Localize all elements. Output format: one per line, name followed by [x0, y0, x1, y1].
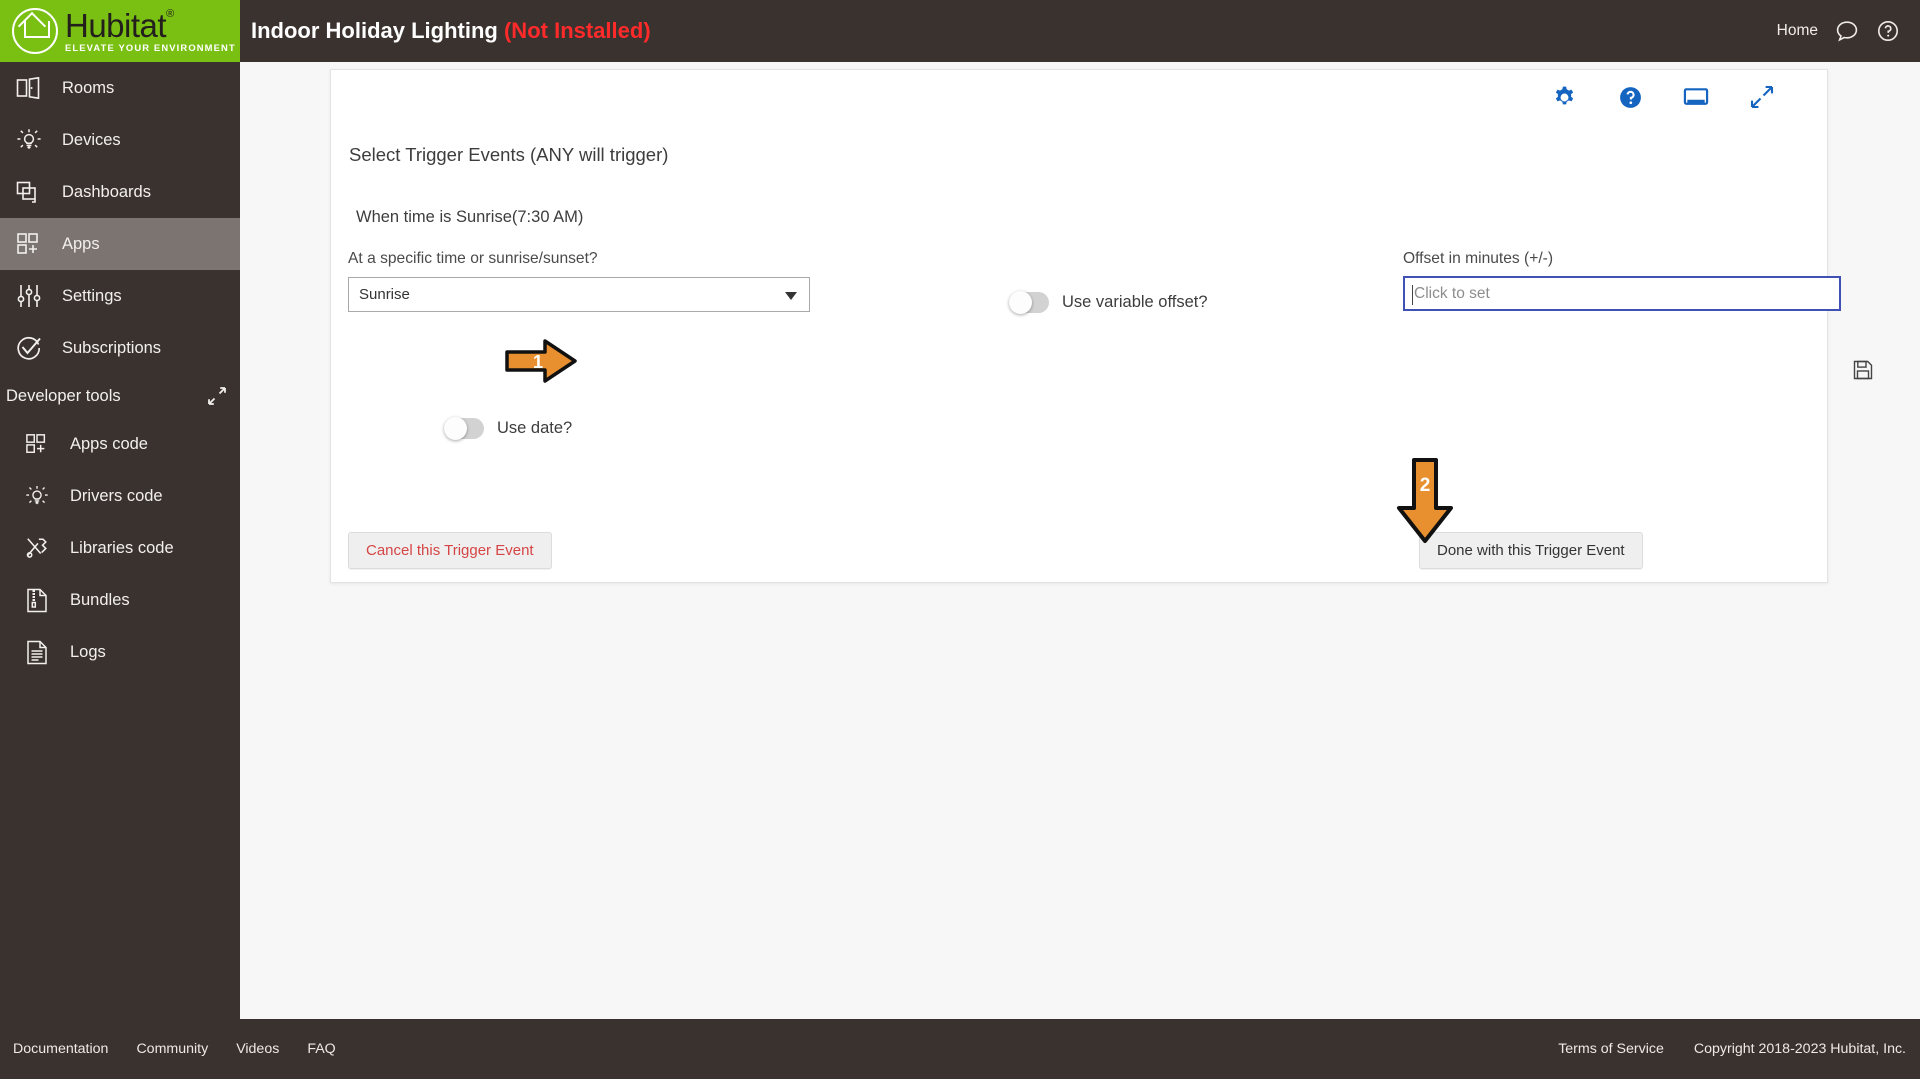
sidebar-item-libraries-code[interactable]: Libraries code — [0, 522, 240, 574]
sidebar-section-label: Developer tools — [6, 386, 121, 405]
hubitat-house-logo-icon — [12, 8, 58, 54]
apps-grid-icon — [12, 231, 46, 257]
sidebar-item-label: Dashboards — [62, 182, 151, 201]
expand-arrows-icon[interactable] — [1749, 84, 1775, 110]
sidebar-item-rooms[interactable]: Rooms — [0, 62, 240, 114]
footer: Documentation Community Videos FAQ Terms… — [0, 1019, 1920, 1079]
question-circle-icon[interactable] — [1876, 19, 1900, 43]
sidebar-item-label: Devices — [62, 130, 121, 149]
footer-link-faq[interactable]: FAQ — [307, 1041, 335, 1057]
use-date-toggle[interactable] — [444, 417, 484, 440]
app-status-badge: (Not Installed) — [503, 18, 651, 43]
annotation-arrow-2: 2 — [1395, 458, 1455, 544]
footer-links: Documentation Community Videos FAQ — [0, 1041, 336, 1057]
footer-copyright: Copyright 2018-2023 Hubitat, Inc. — [1693, 1041, 1906, 1057]
home-link[interactable]: Home — [1777, 22, 1818, 40]
card-toolbar — [1551, 84, 1775, 110]
footer-link-community[interactable]: Community — [136, 1041, 208, 1057]
time-select-dropdown[interactable]: Sunrise — [348, 277, 810, 312]
display-icon[interactable] — [1683, 84, 1709, 110]
top-bar-actions: Home — [1777, 19, 1920, 43]
question-circle-icon[interactable] — [1617, 84, 1643, 110]
chevron-down-icon — [785, 292, 797, 300]
sidebar-item-label: Logs — [70, 642, 106, 661]
sidebar-item-bundles[interactable]: Bundles — [0, 574, 240, 626]
brand-tagline: ELEVATE YOUR ENVIRONMENT — [65, 42, 236, 54]
annotation-arrow-1: 1 — [505, 339, 577, 383]
collapse-arrows-icon[interactable] — [208, 387, 226, 405]
sidebar-item-dashboards[interactable]: Dashboards — [0, 166, 240, 218]
sidebar-item-apps[interactable]: Apps — [0, 218, 240, 270]
footer-link-terms[interactable]: Terms of Service — [1558, 1041, 1664, 1057]
sidebar-item-label: Libraries code — [70, 538, 174, 557]
text-caret — [1412, 285, 1413, 305]
sidebar-section-developer-tools[interactable]: Developer tools — [0, 374, 240, 418]
sidebar-item-label: Bundles — [70, 590, 130, 609]
sidebar-item-label: Apps — [62, 234, 100, 253]
chat-bubble-icon[interactable] — [1835, 19, 1859, 43]
trigger-summary-text: When time is Sunrise(7:30 AM) — [356, 208, 584, 226]
trigger-event-card: Select Trigger Events (ANY will trigger)… — [330, 69, 1873, 583]
check-circle-icon — [12, 335, 46, 361]
main-content: Select Trigger Events (ANY will trigger)… — [240, 62, 1920, 1019]
gear-icon[interactable] — [1551, 84, 1577, 110]
footer-link-documentation[interactable]: Documentation — [13, 1041, 108, 1057]
sliders-icon — [12, 283, 46, 309]
use-date-label: Use date? — [497, 419, 573, 437]
offset-input[interactable]: Click to set — [1403, 276, 1841, 311]
svg-text:2: 2 — [1420, 475, 1431, 496]
sidebar-item-label: Settings — [62, 286, 122, 305]
use-date-toggle-row: Use date? — [444, 417, 573, 440]
cancel-trigger-event-button[interactable]: Cancel this Trigger Event — [348, 532, 552, 569]
time-select-value: Sunrise — [359, 286, 410, 303]
sidebar-item-drivers-code[interactable]: Drivers code — [0, 470, 240, 522]
time-select-label: At a specific time or sunrise/sunset? — [348, 250, 598, 267]
app-title-text: Indoor Holiday Lighting — [251, 18, 498, 43]
footer-link-videos[interactable]: Videos — [236, 1041, 279, 1057]
tools-icon — [20, 535, 54, 561]
offset-input-placeholder: Click to set — [1414, 284, 1490, 302]
offset-field-block: Offset in minutes (+/-) Click to set — [1403, 250, 1841, 311]
section-title: Select Trigger Events (ANY will trigger) — [349, 144, 669, 165]
toggle-knob — [1009, 291, 1032, 314]
hubitat-app-window: Hubitat® ELEVATE YOUR ENVIRONMENT Rooms — [0, 0, 1920, 1079]
rooms-icon — [12, 75, 46, 101]
sidebar-item-label: Drivers code — [70, 486, 163, 505]
sidebar-item-logs[interactable]: Logs — [0, 626, 240, 678]
sidebar-item-label: Apps code — [70, 434, 148, 453]
zip-file-icon — [20, 587, 54, 613]
time-select-block: At a specific time or sunrise/sunset? Su… — [348, 250, 810, 312]
document-lines-icon — [20, 639, 54, 665]
sidebar-item-label: Subscriptions — [62, 338, 162, 357]
sidebar-item-settings[interactable]: Settings — [0, 270, 240, 322]
sidebar: Hubitat® ELEVATE YOUR ENVIRONMENT Rooms — [0, 0, 240, 1079]
lightbulb-icon — [12, 127, 46, 153]
toggle-knob — [444, 417, 467, 440]
registered-mark: ® — [166, 8, 174, 21]
brand-logo[interactable]: Hubitat® ELEVATE YOUR ENVIRONMENT — [0, 0, 240, 62]
page-title: Indoor Holiday Lighting (Not Installed) — [251, 18, 651, 44]
sidebar-item-label: Rooms — [62, 78, 115, 97]
svg-text:1: 1 — [533, 352, 543, 372]
variable-offset-label: Use variable offset? — [1062, 293, 1208, 311]
top-bar: Indoor Holiday Lighting (Not Installed) … — [240, 0, 1920, 62]
floppy-save-icon[interactable] — [1853, 360, 1873, 380]
sidebar-item-subscriptions[interactable]: Subscriptions — [0, 322, 240, 374]
brand-name: Hubitat® — [65, 7, 174, 45]
lightbulb-icon — [20, 483, 54, 509]
sidebar-item-apps-code[interactable]: Apps code — [0, 418, 240, 470]
variable-offset-toggle-row: Use variable offset? — [1009, 291, 1208, 314]
sidebar-item-devices[interactable]: Devices — [0, 114, 240, 166]
footer-legal: Terms of Service Copyright 2018-2023 Hub… — [1558, 1041, 1920, 1057]
dashboards-icon — [12, 179, 46, 205]
apps-grid-icon — [20, 431, 54, 457]
variable-offset-toggle[interactable] — [1009, 291, 1049, 314]
offset-field-label: Offset in minutes (+/-) — [1403, 250, 1554, 267]
